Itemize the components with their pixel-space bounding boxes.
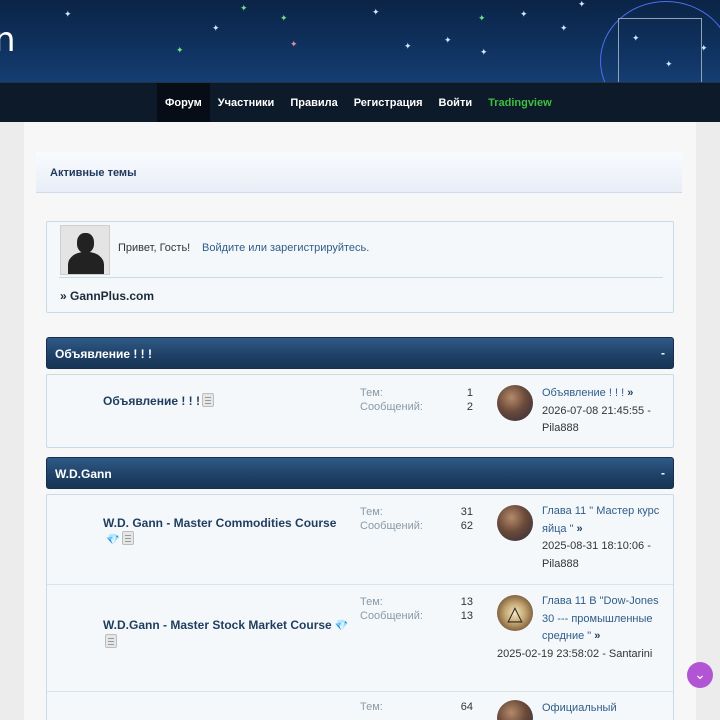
document-icon (121, 531, 134, 545)
star-icon: ✦ (578, 0, 586, 9)
nav-items: Форум Участники Правила Регистрация Войт… (157, 83, 560, 123)
active-topics-bar[interactable]: Активные темы (36, 152, 682, 193)
nav-login[interactable]: Войти (431, 83, 481, 123)
last-post-info: Глава 11 " Мастер курс яйца " » 2025-08-… (497, 503, 665, 573)
star-icon: ✦ (212, 23, 220, 33)
avatar-head (77, 233, 94, 253)
site-home-link[interactable]: » GannPlus.com (60, 289, 154, 303)
topics-count: 31 (460, 506, 473, 518)
forum-title-link[interactable]: Объявление ! ! ! (103, 393, 214, 409)
topics-count: 64 (460, 701, 473, 713)
star-icon: ✦ (520, 9, 528, 19)
forum-title[interactable]: W.D.Gann - Master Stock Market Course (103, 618, 332, 632)
topics-label: Тем: (360, 596, 383, 608)
login-register-link[interactable]: Войдите или зарегистрируйтесь. (202, 242, 369, 254)
topics-label: Тем: (360, 506, 383, 518)
forum-title[interactable]: W.D. Gann - Master Commodities Course (103, 516, 336, 530)
last-post-link[interactable]: Официальный (542, 702, 617, 714)
main-nav: Форум Участники Правила Регистрация Войт… (0, 82, 720, 123)
nav-tradingview[interactable]: Tradingview (480, 83, 560, 123)
active-topics-label[interactable]: Активные темы (50, 167, 136, 179)
forum-row: W.D.Gann - Master Stock Market Course 💎 Т… (47, 585, 673, 691)
last-post-meta: 2025-08-31 18:10:06 - Pila888 (542, 540, 651, 570)
star-icon: ✦ (560, 23, 568, 33)
welcome-box: Привет, Гость! Войдите или зарегистрируй… (46, 221, 674, 313)
forum-row: W.D. Gann - Master Commodities Course 💎 Т… (47, 495, 673, 584)
collapse-toggle[interactable]: - (661, 466, 665, 480)
forum-title[interactable]: Объявление ! ! ! (103, 394, 200, 408)
posts-count: 2 (466, 401, 473, 413)
posts-label: Сообщений: (360, 520, 423, 532)
nav-forum[interactable]: Форум (157, 83, 210, 123)
category-header: W.D.Gann - (46, 457, 674, 489)
nav-members[interactable]: Участники (210, 83, 283, 123)
forum-title-link[interactable]: W.D. Gann - Master Commodities Course 💎 (103, 516, 353, 548)
avatar-body (68, 252, 104, 274)
last-post-info: Объявление ! ! ! » 2026-07-08 21:45:55 -… (497, 385, 665, 438)
star-icon: ✦ (444, 35, 452, 45)
diamond-icon: 💎 (106, 534, 120, 546)
document-icon (201, 393, 214, 407)
go-to-last-post-icon[interactable]: » (594, 630, 600, 642)
star-icon: ✦ (176, 45, 184, 55)
go-to-last-post-icon[interactable]: » (627, 387, 633, 399)
star-icon: ✦ (404, 41, 412, 51)
last-post-info: Официальный (497, 700, 665, 718)
diamond-icon: 💎 (334, 620, 349, 632)
star-icon: ✦ (478, 13, 486, 23)
star-icon: ✦ (372, 7, 380, 17)
last-post-link[interactable]: Объявление ! ! ! (542, 387, 624, 399)
nav-register[interactable]: Регистрация (346, 83, 431, 123)
star-icon: ✦ (280, 13, 288, 23)
topics-label: Тем: (360, 387, 383, 399)
nav-rules[interactable]: Правила (282, 83, 345, 123)
last-post-info: Глава 11 В "Dow-Jones 30 --- промышленны… (497, 593, 665, 663)
forum-title-link[interactable]: W.D.Gann - Master Stock Market Course 💎 (103, 618, 353, 650)
divider (59, 277, 663, 278)
last-post-meta: 2025-02-19 23:58:02 - Santarini (497, 647, 653, 660)
guest-avatar (60, 225, 110, 275)
collapse-toggle[interactable]: - (661, 346, 665, 360)
forum-list: Объявление ! ! ! Тем: 1 Сообщений: 2 Объ… (46, 374, 674, 448)
go-to-last-post-icon[interactable]: » (577, 523, 583, 535)
star-icon: ✦ (480, 47, 488, 57)
forum-list: W.D. Gann - Master Commodities Course 💎 Т… (46, 494, 674, 720)
star-icon: ✦ (240, 3, 248, 13)
greeting-text: Привет, Гость! (118, 242, 191, 254)
scroll-down-button[interactable]: ⌄ (687, 662, 713, 688)
topics-label: Тем: (360, 701, 383, 713)
forum-row: Тем: 64 Официальный (47, 692, 673, 720)
last-post-meta: 2026-07-08 21:45:55 - Pila888 (542, 404, 651, 435)
star-icon: ✦ (290, 39, 298, 49)
category-title[interactable]: Объявление ! ! ! (55, 347, 152, 361)
posts-count: 13 (460, 610, 473, 622)
category-header: Объявление ! ! ! - (46, 337, 674, 369)
topics-count: 1 (466, 387, 473, 399)
site-logo[interactable]: n (0, 20, 16, 60)
forum-row: Объявление ! ! ! Тем: 1 Сообщений: 2 Объ… (47, 375, 673, 447)
star-icon: ✦ (64, 9, 72, 19)
topics-count: 13 (460, 596, 473, 608)
posts-label: Сообщений: (360, 401, 423, 413)
chevron-down-icon: ⌄ (694, 666, 706, 682)
posts-label: Сообщений: (360, 610, 423, 622)
document-icon (105, 634, 117, 648)
last-post-link[interactable]: Глава 11 " Мастер курс яйца " (542, 505, 659, 535)
category-title[interactable]: W.D.Gann (55, 467, 112, 481)
posts-count: 62 (460, 520, 473, 532)
